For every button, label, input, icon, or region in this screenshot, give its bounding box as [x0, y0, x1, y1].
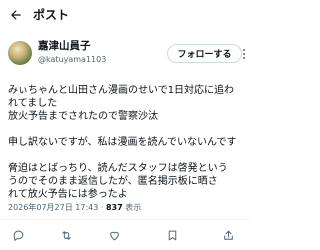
share-icon: [224, 230, 233, 240]
top-bar: ポスト: [0, 0, 250, 30]
follow-button[interactable]: フォローする: [167, 44, 242, 63]
view-count: 837: [105, 203, 123, 212]
reply-icon: [13, 230, 24, 241]
post-line: れて放火予告には参ったよ: [8, 189, 128, 200]
reply-button[interactable]: [12, 228, 28, 242]
avatar[interactable]: [8, 41, 32, 65]
more-icon[interactable]: [240, 48, 248, 60]
repost-icon: [62, 230, 71, 240]
author-handle[interactable]: @katuyama1103: [38, 55, 106, 65]
bookmark-button[interactable]: [166, 228, 179, 242]
post-timestamp[interactable]: 2026年07月27日 17:43 ·: [8, 203, 106, 212]
bookmark-icon: [168, 230, 177, 240]
share-button[interactable]: [222, 228, 235, 242]
like-button[interactable]: [108, 228, 124, 242]
post-line: みぃちゃんと山田さん漫画のせいで1日対応に追わ: [8, 85, 235, 96]
post-line: 申し訳ないですが、私は漫画を読んでいないんです: [8, 137, 237, 148]
author-display-name[interactable]: 嘉津山員子: [38, 40, 91, 53]
heart-icon: [110, 231, 119, 240]
view-label: 表示: [122, 203, 142, 212]
post-line: うのでそのまま返信したが、匿名掲示板に晒さ: [8, 176, 218, 187]
post-line: れてました: [8, 98, 58, 109]
repost-button[interactable]: [60, 228, 76, 242]
post-meta: 2026年07月27日 17:43 · 837 表示: [8, 203, 141, 213]
post-line: 放火予告までされたので警察沙汰: [8, 111, 158, 122]
divider: [0, 219, 250, 220]
page-title: ポスト: [33, 8, 70, 22]
post-line: 脅迫はとばっちり、読んだスタッフは啓発という: [8, 163, 228, 174]
back-arrow-icon[interactable]: [9, 8, 23, 22]
